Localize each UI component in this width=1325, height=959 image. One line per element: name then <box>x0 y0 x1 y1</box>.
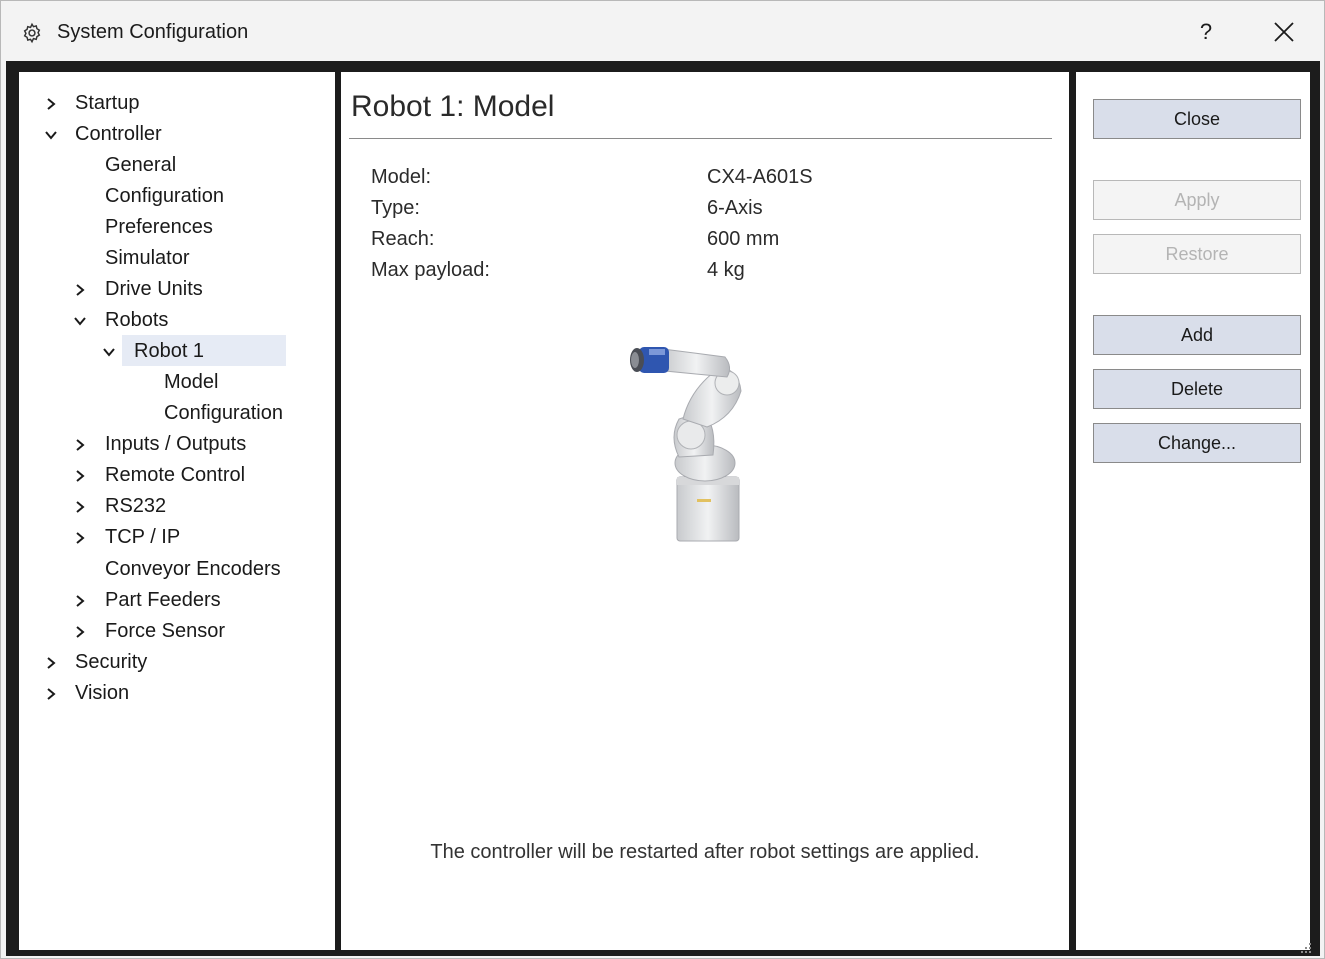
model-value: CX4-A601S <box>707 166 813 188</box>
tree-item-drive-units[interactable]: Drive Units <box>19 274 319 305</box>
gear-icon <box>23 22 41 44</box>
restart-notice: The controller will be restarted after r… <box>430 841 980 863</box>
type-label: Type: <box>371 197 420 219</box>
chevron-down-icon[interactable] <box>44 128 58 142</box>
action-buttons-panel: Close Apply Restore Add Delete Change... <box>1076 72 1310 950</box>
chevron-down-icon[interactable] <box>73 314 87 328</box>
close-icon[interactable] <box>1259 9 1309 55</box>
tree-item-robot-configuration[interactable]: Configuration <box>19 398 319 429</box>
tree-item-rs232[interactable]: RS232 <box>19 491 319 522</box>
title-divider <box>349 138 1052 139</box>
title-bar: System Configuration ? <box>1 1 1324 61</box>
tree-item-label: Controller <box>75 123 162 145</box>
tree-item-label: Robots <box>105 309 169 331</box>
restore-button[interactable]: Restore <box>1093 234 1301 274</box>
tree-item-label: Configuration <box>105 185 224 207</box>
tree-item-label: Drive Units <box>105 278 203 300</box>
change-button[interactable]: Change... <box>1093 423 1301 463</box>
type-value: 6-Axis <box>707 197 763 219</box>
resize-grip-icon[interactable] <box>1297 941 1313 955</box>
tree-item-label: Part Feeders <box>105 589 221 611</box>
chevron-right-icon[interactable] <box>73 594 87 608</box>
tree-item-inputs-outputs[interactable]: Inputs / Outputs <box>19 429 319 460</box>
tree-item-label: Robot 1 <box>134 340 205 362</box>
tree-item-label: Conveyor Encoders <box>105 558 281 580</box>
tree-item-general[interactable]: General <box>19 150 319 181</box>
tree-item-label: RS232 <box>105 495 167 517</box>
content-frame: Startup Controller General Configuration… <box>6 61 1320 956</box>
tree-item-robot-1[interactable]: Robot 1 <box>19 336 319 367</box>
chevron-right-icon[interactable] <box>73 469 87 483</box>
tree-item-configuration[interactable]: Configuration <box>19 181 319 212</box>
tree-item-controller[interactable]: Controller <box>19 119 319 150</box>
settings-tree: Startup Controller General Configuration… <box>19 72 335 950</box>
chevron-right-icon[interactable] <box>73 531 87 545</box>
help-button[interactable]: ? <box>1181 9 1231 55</box>
max-payload-value: 4 kg <box>707 259 745 281</box>
tree-item-simulator[interactable]: Simulator <box>19 243 319 274</box>
chevron-down-icon[interactable] <box>102 345 116 359</box>
model-label: Model: <box>371 166 432 188</box>
tree-item-security[interactable]: Security <box>19 647 319 678</box>
chevron-right-icon[interactable] <box>44 687 58 701</box>
reach-value: 600 mm <box>707 228 780 250</box>
tree-item-label: Security <box>75 651 148 673</box>
tree-item-label: Configuration <box>164 402 283 424</box>
max-payload-label: Max payload: <box>371 259 490 281</box>
tree-item-label: Remote Control <box>105 464 246 486</box>
tree-item-startup[interactable]: Startup <box>19 88 319 119</box>
tree-item-conveyor-encoders[interactable]: Conveyor Encoders <box>19 554 319 585</box>
tree-item-preferences[interactable]: Preferences <box>19 212 319 243</box>
system-configuration-window: System Configuration ? Startup Controlle… <box>0 0 1325 959</box>
robot-arm-image <box>630 347 742 542</box>
tree-item-model[interactable]: Model <box>19 367 319 398</box>
tree-item-label: Preferences <box>105 216 213 238</box>
chevron-right-icon[interactable] <box>73 625 87 639</box>
tree-item-label: Force Sensor <box>105 620 226 642</box>
add-button[interactable]: Add <box>1093 315 1301 355</box>
chevron-right-icon[interactable] <box>73 438 87 452</box>
window-title: System Configuration <box>57 21 249 43</box>
tree-item-label: General <box>105 154 177 176</box>
chevron-right-icon[interactable] <box>73 500 87 514</box>
tree-item-tcp-ip[interactable]: TCP / IP <box>19 522 319 553</box>
robot-model-panel: Robot 1: Model Model: CX4-A601S Type: 6-… <box>341 72 1069 950</box>
apply-button[interactable]: Apply <box>1093 180 1301 220</box>
tree-item-label: Inputs / Outputs <box>105 433 247 455</box>
tree-item-label: Model <box>164 371 219 393</box>
page-title: Robot 1: Model <box>351 90 555 123</box>
close-button[interactable]: Close <box>1093 99 1301 139</box>
reach-label: Reach: <box>371 228 435 250</box>
tree-item-vision[interactable]: Vision <box>19 678 319 709</box>
tree-item-label: Startup <box>75 92 140 114</box>
chevron-right-icon[interactable] <box>44 97 58 111</box>
tree-item-part-feeders[interactable]: Part Feeders <box>19 585 319 616</box>
tree-item-force-sensor[interactable]: Force Sensor <box>19 616 319 647</box>
delete-button[interactable]: Delete <box>1093 369 1301 409</box>
chevron-right-icon[interactable] <box>44 656 58 670</box>
tree-item-label: TCP / IP <box>105 526 181 548</box>
tree-item-label: Vision <box>75 682 130 704</box>
tree-item-remote-control[interactable]: Remote Control <box>19 460 319 491</box>
tree-item-label: Simulator <box>105 247 190 269</box>
tree-item-robots[interactable]: Robots <box>19 305 319 336</box>
chevron-right-icon[interactable] <box>73 283 87 297</box>
